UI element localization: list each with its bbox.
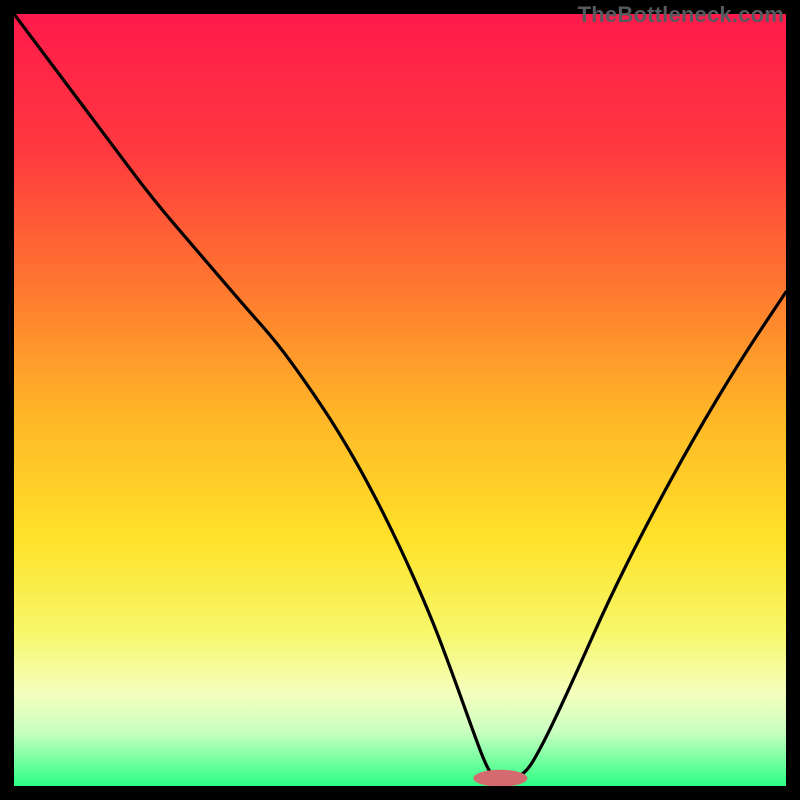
watermark-text: TheBottleneck.com	[578, 2, 784, 28]
chart-svg	[14, 14, 786, 786]
chart-frame: TheBottleneck.com	[0, 0, 800, 800]
gradient-background	[14, 14, 786, 786]
minimum-marker	[473, 770, 527, 786]
plot-area	[14, 14, 786, 786]
